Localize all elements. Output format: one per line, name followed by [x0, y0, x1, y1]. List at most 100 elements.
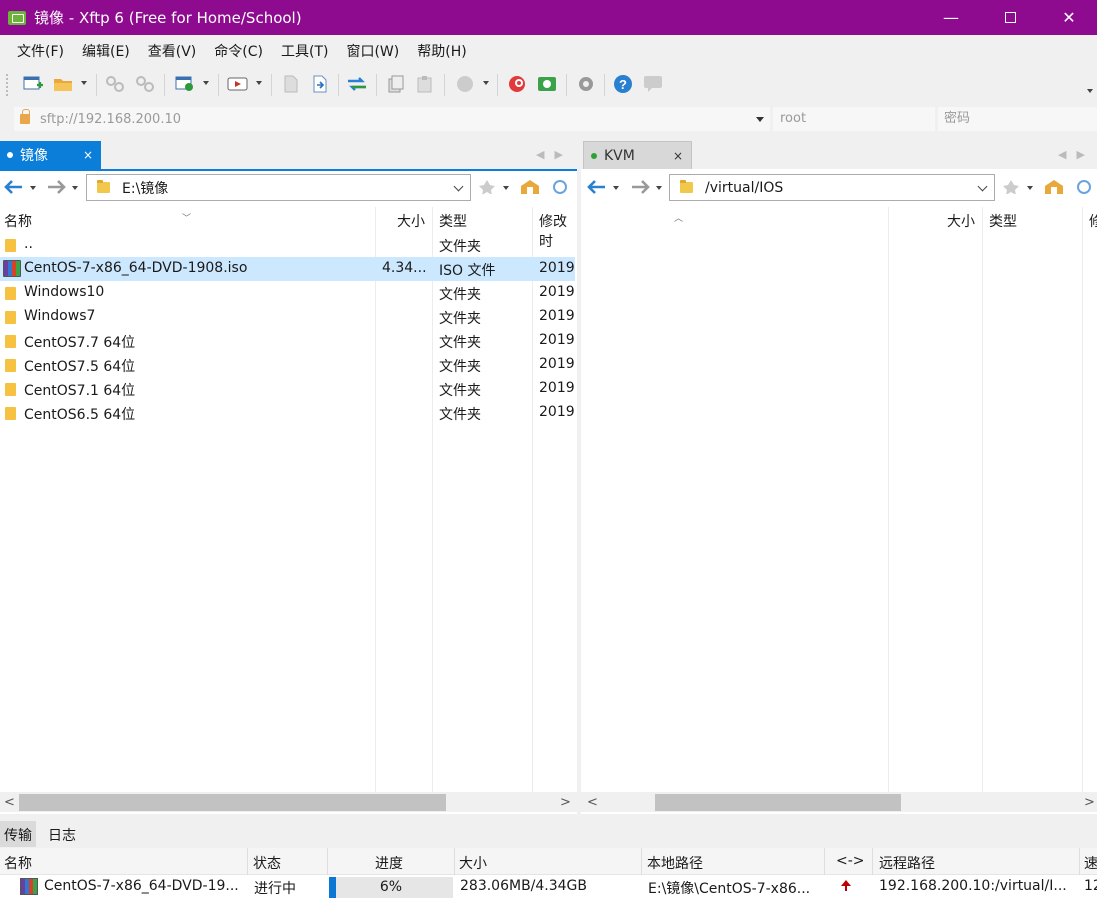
transfer-icon[interactable]: [346, 74, 368, 94]
col-direction[interactable]: <->: [836, 853, 865, 869]
tab-scroll-arrows[interactable]: ◀▶: [536, 148, 573, 161]
menu-command[interactable]: 命令(C): [205, 41, 272, 61]
status-dropdown-icon[interactable]: [483, 81, 489, 85]
host-address-input[interactable]: sftp://192.168.200.10: [14, 107, 770, 131]
menu-file[interactable]: 文件(F): [8, 41, 73, 61]
col-size[interactable]: 大小: [947, 211, 975, 231]
remote-horizontal-scrollbar[interactable]: < >: [581, 792, 1097, 812]
scroll-right-icon[interactable]: >: [560, 795, 571, 810]
help-icon[interactable]: ?: [612, 74, 634, 94]
scroll-left-icon[interactable]: <: [587, 795, 598, 810]
open-folder-icon[interactable]: [52, 74, 74, 94]
home-icon[interactable]: [1044, 180, 1064, 194]
refresh-icon[interactable]: [550, 180, 570, 194]
scrollbar-thumb[interactable]: [655, 794, 901, 811]
menu-tools[interactable]: 工具(T): [272, 41, 337, 61]
col-speed[interactable]: 速: [1084, 853, 1097, 873]
local-horizontal-scrollbar[interactable]: < >: [0, 792, 577, 812]
chevron-down-icon[interactable]: [453, 181, 464, 192]
menu-help[interactable]: 帮助(H): [408, 41, 475, 61]
list-item[interactable]: CentOS6.5 64位 文件夹 2019: [0, 401, 575, 425]
tab-close-icon[interactable]: ×: [83, 148, 93, 162]
upload-file-icon[interactable]: [309, 74, 331, 94]
file-name: Windows7: [24, 308, 96, 324]
paste-icon[interactable]: [414, 74, 436, 94]
scroll-left-icon[interactable]: <: [4, 795, 15, 810]
back-dropdown-icon[interactable]: [613, 186, 619, 190]
forward-icon[interactable]: [46, 180, 66, 194]
maximize-button[interactable]: [987, 0, 1033, 35]
open-dropdown-icon[interactable]: [81, 81, 87, 85]
favorites-icon[interactable]: [1001, 180, 1021, 194]
remote-path-input[interactable]: /virtual/IOS: [669, 174, 995, 201]
status-icon[interactable]: [454, 74, 476, 94]
terminal-icon[interactable]: [227, 74, 249, 94]
file-icon[interactable]: [280, 74, 302, 94]
list-item[interactable]: CentOS7.5 64位 文件夹 2019: [0, 353, 575, 377]
address-dropdown-icon[interactable]: [756, 117, 764, 122]
password-input[interactable]: 密码: [938, 107, 1097, 131]
favorites-icon[interactable]: [477, 180, 497, 194]
col-status[interactable]: 状态: [253, 853, 281, 873]
menu-edit[interactable]: 编辑(E): [73, 41, 139, 61]
column-divider: [327, 848, 328, 875]
col-type[interactable]: 类型: [989, 211, 1017, 231]
list-item-selected[interactable]: CentOS-7-x86_64-DVD-1908.iso 4.34... ISO…: [0, 257, 575, 281]
new-session-icon[interactable]: [22, 74, 44, 94]
separator: [444, 74, 445, 96]
username-input[interactable]: root: [773, 107, 935, 131]
new-tab-icon[interactable]: [174, 74, 196, 94]
minimize-button[interactable]: —: [928, 0, 974, 35]
col-type[interactable]: 类型: [439, 211, 467, 231]
scrollbar-thumb[interactable]: [19, 794, 446, 811]
tab-local[interactable]: 镜像 ×: [0, 141, 101, 169]
connect-icon[interactable]: [104, 74, 126, 94]
chevron-down-icon[interactable]: [977, 181, 988, 192]
tab-remote[interactable]: KVM ×: [583, 141, 692, 169]
menu-window[interactable]: 窗口(W): [337, 41, 408, 61]
forward-icon[interactable]: [630, 180, 650, 194]
toolbar-overflow-icon[interactable]: [1087, 89, 1093, 93]
col-local-path[interactable]: 本地路径: [647, 853, 703, 873]
col-name[interactable]: 名称: [4, 211, 32, 231]
column-divider: [888, 207, 889, 792]
tab-scroll-arrows[interactable]: ◀▶: [1058, 148, 1095, 161]
home-icon[interactable]: [520, 180, 540, 194]
favorites-dropdown-icon[interactable]: [503, 186, 509, 190]
close-button[interactable]: ✕: [1046, 0, 1092, 35]
xftp-icon[interactable]: [536, 74, 558, 94]
menu-bar: 文件(F) 编辑(E) 查看(V) 命令(C) 工具(T) 窗口(W) 帮助(H…: [0, 35, 1097, 66]
list-item[interactable]: CentOS7.7 64位 文件夹 2019: [0, 329, 575, 353]
chat-icon[interactable]: [642, 74, 664, 94]
list-item[interactable]: .. 文件夹: [0, 233, 575, 257]
back-icon[interactable]: [587, 180, 607, 194]
col-size[interactable]: 大小: [397, 211, 425, 231]
list-item[interactable]: CentOS7.1 64位 文件夹 2019: [0, 377, 575, 401]
back-dropdown-icon[interactable]: [30, 186, 36, 190]
list-item[interactable]: Windows10 文件夹 2019: [0, 281, 575, 305]
new-tab-dropdown-icon[interactable]: [203, 81, 209, 85]
settings-icon[interactable]: [575, 74, 597, 94]
xshell-icon[interactable]: [506, 74, 528, 94]
tab-log[interactable]: 日志: [44, 821, 80, 847]
disconnect-icon[interactable]: [134, 74, 156, 94]
local-path-input[interactable]: E:\镜像: [86, 174, 471, 201]
col-name[interactable]: 名称: [4, 853, 32, 873]
tab-transfer[interactable]: 传输: [0, 821, 36, 847]
forward-dropdown-icon[interactable]: [656, 186, 662, 190]
col-size[interactable]: 大小: [459, 853, 487, 873]
col-remote-path[interactable]: 远程路径: [879, 853, 935, 873]
favorites-dropdown-icon[interactable]: [1027, 186, 1033, 190]
terminal-dropdown-icon[interactable]: [256, 81, 262, 85]
refresh-icon[interactable]: [1074, 180, 1094, 194]
col-date[interactable]: 修: [1089, 211, 1097, 231]
transfer-row[interactable]: CentOS-7-x86_64-DVD-19... 进行中 6% 283.06M…: [0, 876, 1097, 900]
back-icon[interactable]: [4, 180, 24, 194]
col-progress[interactable]: 进度: [375, 853, 403, 873]
tab-close-icon[interactable]: ×: [673, 149, 683, 163]
copy-icon[interactable]: [384, 74, 406, 94]
list-item[interactable]: Windows7 文件夹 2019: [0, 305, 575, 329]
scroll-right-icon[interactable]: >: [1084, 795, 1095, 810]
forward-dropdown-icon[interactable]: [72, 186, 78, 190]
menu-view[interactable]: 查看(V): [139, 41, 206, 61]
